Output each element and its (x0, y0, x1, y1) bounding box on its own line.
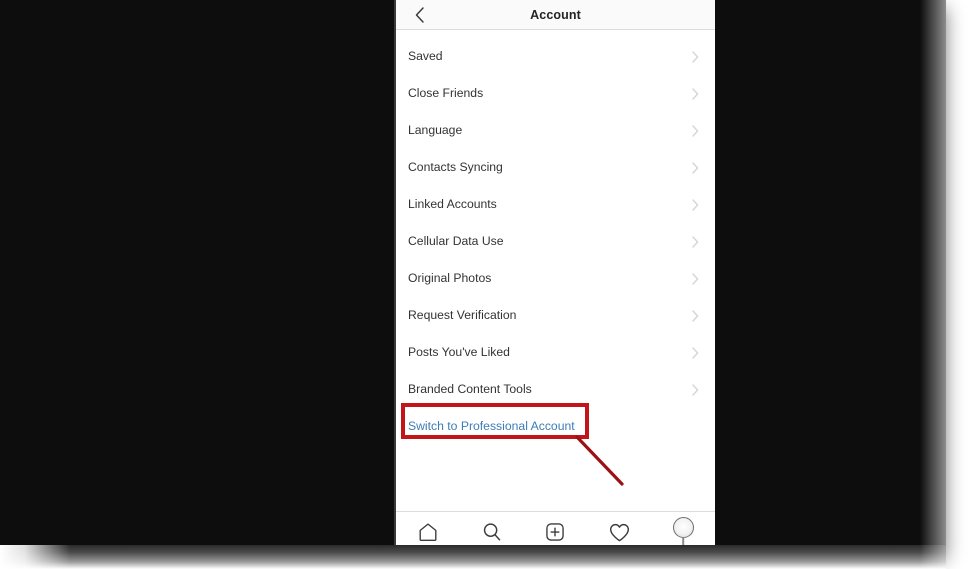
chevron-right-icon (692, 309, 699, 322)
list-item-label: Request Verification (408, 308, 517, 323)
settings-list: Saved Close Friends Language Contacts Sy… (396, 30, 715, 445)
list-item-label: Linked Accounts (408, 197, 497, 212)
page-title: Account (530, 7, 581, 22)
list-item-request-verification[interactable]: Request Verification (396, 297, 715, 334)
switch-to-professional-account-link[interactable]: Switch to Professional Account (396, 408, 715, 445)
chevron-right-icon (692, 346, 699, 359)
list-item-label: Original Photos (408, 271, 492, 286)
navigation-header: Account (396, 0, 715, 30)
avatar (672, 517, 694, 538)
bottom-shadow-band (0, 545, 946, 569)
list-item-posts-youve-liked[interactable]: Posts You've Liked (396, 334, 715, 371)
list-item-language[interactable]: Language (396, 112, 715, 149)
list-item-label: Branded Content Tools (408, 382, 532, 397)
switch-to-professional-account-label: Switch to Professional Account (408, 419, 575, 434)
add-post-icon (544, 521, 566, 543)
right-shadow-fade (920, 0, 980, 569)
list-item-cellular-data-use[interactable]: Cellular Data Use (396, 223, 715, 260)
list-item-label: Saved (408, 49, 443, 64)
chevron-right-icon (692, 50, 699, 63)
list-item-label: Posts You've Liked (408, 345, 510, 360)
list-item-label: Contacts Syncing (408, 160, 503, 175)
list-item-saved[interactable]: Saved (396, 38, 715, 75)
list-item-label: Close Friends (408, 86, 484, 101)
home-icon (417, 521, 439, 543)
heart-icon (608, 521, 631, 544)
chevron-right-icon (692, 383, 699, 396)
screenshot-canvas: Account Saved Close Friends Language Con… (0, 0, 980, 569)
chevron-right-icon (692, 161, 699, 174)
chevron-left-icon (414, 6, 425, 24)
list-item-branded-content-tools[interactable]: Branded Content Tools (396, 371, 715, 408)
chevron-right-icon (692, 235, 699, 248)
list-item-label: Language (408, 123, 463, 138)
list-item-contacts-syncing[interactable]: Contacts Syncing (396, 149, 715, 186)
bottom-shadow-left-fade (0, 545, 70, 569)
list-item-close-friends[interactable]: Close Friends (396, 75, 715, 112)
profile-avatar-icon (670, 517, 696, 547)
chevron-right-icon (692, 272, 699, 285)
phone-screen: Account Saved Close Friends Language Con… (396, 0, 715, 552)
chevron-right-icon (692, 198, 699, 211)
chevron-right-icon (692, 87, 699, 100)
list-item-linked-accounts[interactable]: Linked Accounts (396, 186, 715, 223)
search-icon (481, 521, 503, 543)
back-button[interactable] (404, 0, 434, 29)
chevron-right-icon (692, 124, 699, 137)
list-item-label: Cellular Data Use (408, 234, 504, 249)
list-item-original-photos[interactable]: Original Photos (396, 260, 715, 297)
